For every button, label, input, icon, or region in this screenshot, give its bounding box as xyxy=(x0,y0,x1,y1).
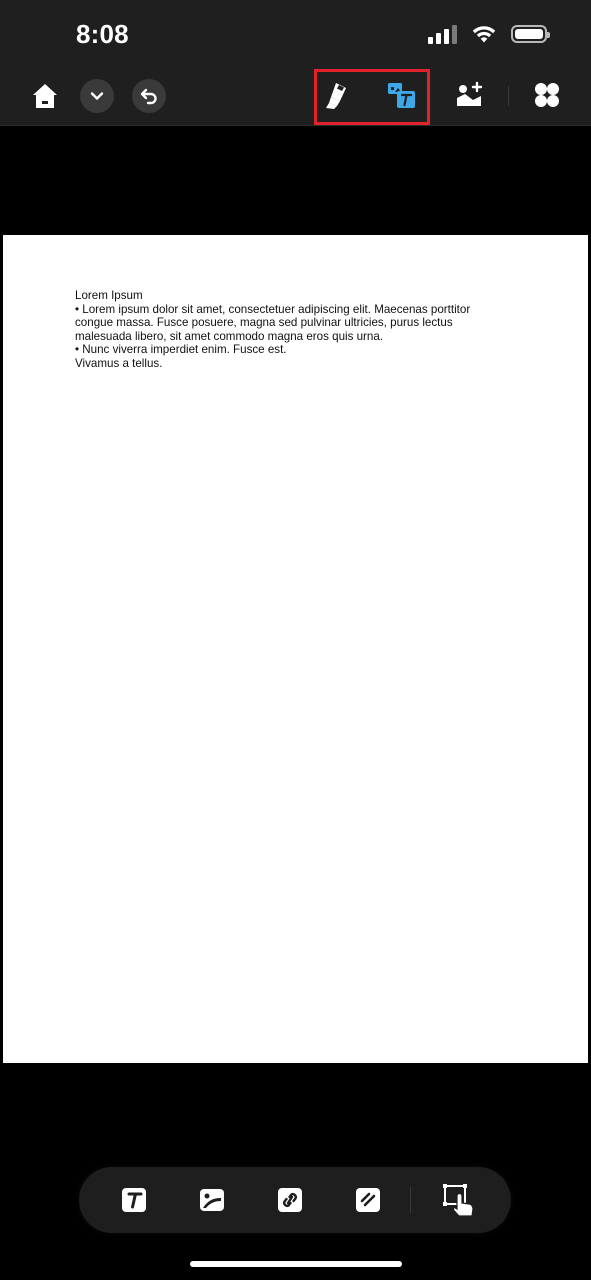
add-image-icon[interactable] xyxy=(452,78,486,112)
text-tool-icon[interactable] xyxy=(118,1184,150,1216)
doc-line: Lorem Ipsum xyxy=(75,289,143,302)
status-bar: 8:08 xyxy=(0,0,591,66)
document-text[interactable]: Lorem Ipsum • Lorem ipsum dolor sit amet… xyxy=(75,289,505,371)
wifi-icon xyxy=(472,26,496,43)
undo-icon[interactable] xyxy=(132,79,166,113)
signal-icon xyxy=(428,24,457,44)
shape-tool-icon[interactable] xyxy=(352,1184,384,1216)
status-time: 8:08 xyxy=(76,19,129,49)
bottom-toolbar-divider xyxy=(410,1187,411,1213)
document-page[interactable]: Lorem Ipsum • Lorem ipsum dolor sit amet… xyxy=(3,235,588,1063)
doc-line: malesuada libero, sit amet commodo magna… xyxy=(75,329,384,343)
doc-line: congue massa. Fusce posuere, magna sed p… xyxy=(75,316,453,330)
doc-line: • Lorem ipsum dolor sit amet, consectetu… xyxy=(75,302,471,316)
doc-line: • Nunc viverra imperdiet enim. Fusce est… xyxy=(75,343,287,357)
bottom-toolbar xyxy=(79,1167,511,1233)
status-icons xyxy=(428,24,550,44)
translate-text-icon[interactable] xyxy=(384,78,420,112)
home-indicator[interactable] xyxy=(190,1261,402,1267)
highlighter-icon[interactable] xyxy=(322,78,356,112)
select-tap-icon[interactable] xyxy=(440,1181,478,1219)
doc-line: Vivamus a tellus. xyxy=(75,356,163,370)
top-toolbar xyxy=(0,66,591,126)
chevron-down-icon[interactable] xyxy=(80,79,114,113)
toolbar-divider xyxy=(508,86,509,106)
home-icon[interactable] xyxy=(28,79,62,113)
battery-icon xyxy=(511,25,550,43)
apps-icon[interactable] xyxy=(530,78,564,112)
link-tool-icon[interactable] xyxy=(274,1184,306,1216)
image-tool-icon[interactable] xyxy=(196,1184,228,1216)
